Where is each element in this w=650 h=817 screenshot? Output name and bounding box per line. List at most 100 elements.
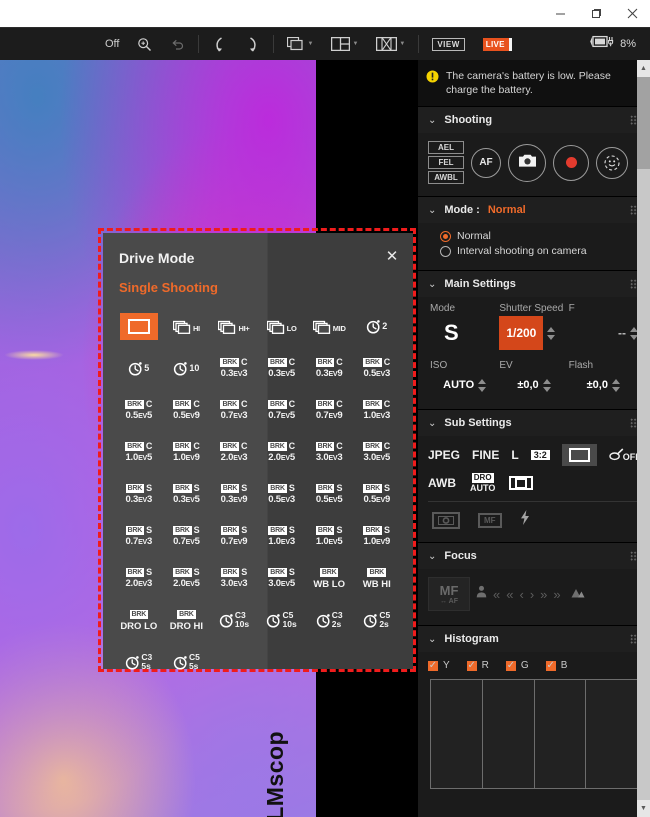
stepper-down-icon[interactable]	[547, 334, 556, 340]
stepper-flash[interactable]	[611, 378, 620, 392]
dro-button[interactable]: DRO AUTO	[470, 473, 495, 493]
chevron-down-icon-sub[interactable]: ⌄	[428, 418, 436, 429]
window-stack-icon[interactable]: ▼	[278, 28, 322, 61]
undo-icon[interactable]	[161, 28, 194, 61]
chevron-down-icon-focus[interactable]: ⌄	[428, 551, 436, 562]
stepper-up-icon[interactable]	[547, 326, 556, 332]
drive-mode-item[interactable]: BRK C 0.3EV5	[258, 347, 306, 389]
rotate-right-icon[interactable]	[236, 28, 269, 61]
drive-mode-item[interactable]: BRK WB LO	[305, 557, 353, 599]
section-header-shooting[interactable]: ⌄ Shooting	[418, 107, 650, 133]
drive-mode-item[interactable]: BRK S 1.0EV3	[258, 515, 306, 557]
drive-mode-item[interactable]: BRK C 0.3EV9	[305, 347, 353, 389]
drive-mode-item[interactable]: BRK C 0.7EV5	[258, 389, 306, 431]
size-button[interactable]: L	[511, 448, 518, 462]
drive-mode-item[interactable]: BRK WB HI	[353, 557, 401, 599]
grid-view-icon[interactable]: ▼	[367, 28, 414, 61]
drive-mode-item[interactable]: BRK C 0.5EV3	[353, 347, 401, 389]
drive-mode-item[interactable]: LO	[258, 305, 306, 347]
off-toggle[interactable]: Off	[96, 28, 128, 61]
section-header-mode[interactable]: ⌄ Mode : Normal	[418, 197, 650, 223]
histogram-channel-b[interactable]: ✓ B	[545, 660, 567, 671]
split-view-icon[interactable]: ▼	[322, 28, 367, 61]
drive-mode-item[interactable]: BRK C 2.0EV3	[210, 431, 258, 473]
chevron-down-icon-shooting[interactable]: ⌄	[428, 115, 436, 126]
value-ev[interactable]: ±0,0	[517, 379, 538, 391]
radio-option-interval[interactable]: Interval shooting on camera	[440, 245, 640, 257]
focus-near-left-1[interactable]: ‹	[519, 587, 523, 602]
fel-button[interactable]: FEL	[428, 156, 464, 169]
radio-icon-interval[interactable]	[440, 245, 451, 257]
drive-mode-item[interactable]: 2	[353, 305, 401, 347]
drive-mode-item[interactable]: BRK C 1.0EV3	[353, 389, 401, 431]
drive-mode-item[interactable]: BRK S 3.0EV5	[258, 557, 306, 599]
magnifier-icon[interactable]	[128, 28, 161, 61]
panel-scrollbar[interactable]: ▲ ▼	[637, 60, 650, 817]
shutter-button[interactable]	[508, 143, 546, 182]
metering-icon[interactable]	[509, 476, 534, 490]
drive-mode-item[interactable]: BRK C 0.7EV9	[305, 389, 353, 431]
stepper-up-icon-4[interactable]	[542, 378, 551, 384]
value-shutter-speed[interactable]: 1/200	[499, 316, 544, 350]
chevron-down-icon-mode[interactable]: ⌄	[428, 205, 436, 216]
section-header-histogram[interactable]: ⌄ Histogram	[418, 626, 650, 652]
drive-mode-item[interactable]: BRK S 0.3EV3	[115, 473, 163, 515]
scrollbar-thumb[interactable]	[637, 77, 650, 169]
radio-icon-normal[interactable]	[440, 230, 451, 242]
drive-mode-item[interactable]: 10	[163, 347, 211, 389]
histogram-channel-y[interactable]: ✓ Y	[428, 660, 450, 671]
section-header-sub-settings[interactable]: ⌄ Sub Settings	[418, 410, 650, 436]
drive-mode-item[interactable]: C5 10s	[258, 599, 306, 641]
drive-mode-item[interactable]: BRK S 0.7EV3	[115, 515, 163, 557]
live-button[interactable]: LIVE	[474, 28, 521, 61]
histogram-channel-g[interactable]: ✓ G	[505, 660, 529, 671]
scroll-up-arrow[interactable]: ▲	[637, 60, 650, 77]
focus-far-right-2[interactable]: »	[540, 587, 547, 602]
value-iso[interactable]: AUTO	[443, 379, 474, 391]
drive-mode-item[interactable]: BRK S 2.0EV5	[163, 557, 211, 599]
chevron-down-icon-main[interactable]: ⌄	[428, 279, 436, 290]
dialog-close-icon[interactable]: ✕	[383, 249, 401, 267]
stepper-down-icon-4[interactable]	[542, 386, 551, 392]
maximize-button[interactable]	[578, 0, 614, 27]
aspect-ratio-button[interactable]: 3:2	[530, 450, 550, 460]
drive-mode-item[interactable]: HI+	[210, 305, 258, 347]
checkbox-icon[interactable]: ✓	[545, 660, 556, 671]
stepper-ev[interactable]	[542, 378, 551, 392]
drive-mode-item[interactable]: BRK C 3.0EV3	[305, 431, 353, 473]
drive-mode-item[interactable]: BRK C 3.0EV5	[353, 431, 401, 473]
drive-mode-item[interactable]: BRK C 1.0EV5	[115, 431, 163, 473]
drive-mode-item[interactable]: BRK S 0.7EV9	[210, 515, 258, 557]
drive-mode-item[interactable]: BRK S 2.0EV3	[115, 557, 163, 599]
drive-mode-item[interactable]: MID	[305, 305, 353, 347]
drive-mode-item[interactable]: C3 5s	[115, 641, 163, 683]
rotate-left-icon[interactable]	[203, 28, 236, 61]
drive-mode-item[interactable]: BRK DRO HI	[163, 599, 211, 641]
file-format-button[interactable]: JPEG	[428, 448, 460, 462]
stepper-down-icon-3[interactable]	[478, 386, 487, 392]
chevron-down-icon-hist[interactable]: ⌄	[428, 634, 436, 645]
white-balance-button[interactable]: AWB	[428, 476, 456, 490]
radio-option-normal[interactable]: Normal	[440, 230, 640, 242]
chevron-down-icon[interactable]: ▼	[307, 41, 313, 47]
drive-mode-item[interactable]: BRK S 0.7EV5	[163, 515, 211, 557]
drive-mode-item[interactable]: BRK C 0.5EV9	[163, 389, 211, 431]
checkbox-icon[interactable]: ✓	[466, 660, 477, 671]
drive-mode-item[interactable]: BRK C 1.0EV9	[163, 431, 211, 473]
chevron-down-icon-3[interactable]: ▼	[399, 41, 405, 47]
drive-mode-item[interactable]: BRK S 0.5EV9	[353, 473, 401, 515]
drive-mode-item[interactable]	[115, 305, 163, 347]
drive-mode-item[interactable]: BRK S 0.5EV5	[305, 473, 353, 515]
view-button[interactable]: VIEW	[423, 28, 473, 61]
close-button[interactable]	[614, 0, 650, 27]
checkbox-icon[interactable]: ✓	[428, 660, 438, 671]
focus-far-right-3[interactable]: »	[553, 587, 560, 602]
focus-far-left-2[interactable]: «	[506, 587, 513, 602]
awbl-button[interactable]: AWBL	[428, 171, 464, 184]
drive-mode-item[interactable]: BRK C 0.5EV5	[115, 389, 163, 431]
drive-mode-dialog[interactable]: Drive Mode ✕ Single Shooting HI HI+ LO MID 2…	[103, 233, 413, 671]
drive-mode-item[interactable]: BRK S 3.0EV3	[210, 557, 258, 599]
stepper-up-icon-3[interactable]	[478, 378, 487, 384]
mf-af-toggle[interactable]: MF ↔ AF	[428, 577, 470, 611]
stepper-down-icon-5[interactable]	[611, 386, 620, 392]
